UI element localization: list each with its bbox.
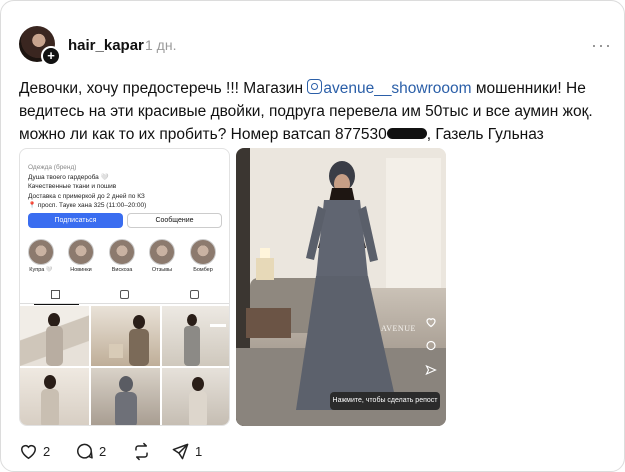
- bio-line: Душа твоего гардероба 🤍: [28, 173, 109, 181]
- bio-line: 📍 просп. Тауке хана 325 (11:00–20:00): [28, 202, 147, 209]
- like-count: 2: [43, 443, 51, 459]
- post-text-part3: , Газель Гульназ: [426, 126, 544, 143]
- repost-tooltip: Нажмите, чтобы сделать репост: [330, 392, 440, 410]
- heart-icon: [21, 444, 36, 459]
- highlight: Бомбер: [190, 239, 216, 273]
- tagged-icon: [190, 290, 199, 299]
- mention-text: avenue__showrooom: [323, 80, 472, 97]
- follow-plus-icon[interactable]: +: [41, 46, 61, 66]
- highlight: Вискоза: [109, 239, 135, 273]
- grid-photo: [91, 306, 160, 366]
- comment-icon: [425, 339, 437, 351]
- post-image-profile-screenshot[interactable]: Одежда (бренд) Душа твоего гардероба 🤍 К…: [19, 148, 230, 426]
- post-text-part1: Девочки, хочу предостеречь !!! Магазин: [19, 80, 308, 97]
- highlight: Новинки: [68, 239, 94, 273]
- grid-photo: [162, 306, 229, 366]
- username[interactable]: hair_kapar: [68, 37, 144, 54]
- profile-tabs: [20, 287, 229, 305]
- grid-photo: [20, 306, 89, 366]
- comment-count: 2: [99, 443, 107, 459]
- grid-photo: [162, 368, 229, 425]
- redaction-mark: [386, 128, 427, 139]
- post-time: 1 дн.: [145, 37, 177, 53]
- highlight: Отзывы: [149, 239, 175, 273]
- repost-button[interactable]: [132, 441, 156, 461]
- grid-photo: [20, 368, 89, 425]
- repost-icon: [135, 442, 148, 460]
- send-icon: [425, 363, 437, 376]
- highlight: Купра 🤍: [28, 239, 54, 273]
- grid-icon: [34, 290, 79, 305]
- heart-icon: [425, 315, 437, 328]
- post-image-video-still[interactable]: AVENUE Нажмите, чтобы сделать репост: [236, 148, 446, 426]
- profile-category: Одежда (бренд): [28, 164, 77, 171]
- video-scene: [236, 148, 446, 426]
- post-card: + hair_kapar 1 дн. ··· Девочки, хочу пре…: [0, 0, 625, 472]
- posts-grid: [20, 306, 229, 425]
- more-horizontal-icon[interactable]: ···: [591, 35, 612, 56]
- comment-icon: [77, 443, 93, 459]
- grid-photo: [91, 368, 160, 425]
- instagram-icon: [307, 79, 323, 94]
- post-text: Девочки, хочу предостеречь !!! Магазин a…: [19, 77, 609, 146]
- like-button[interactable]: 2: [19, 441, 50, 461]
- mention-link[interactable]: avenue__showrooom: [307, 79, 472, 97]
- comment-button[interactable]: 2: [75, 441, 106, 461]
- reels-icon: [120, 290, 129, 299]
- share-button[interactable]: 1: [171, 441, 202, 461]
- video-side-icons: [422, 315, 440, 387]
- profile-bio: Одежда (бренд) Душа твоего гардероба 🤍 К…: [28, 163, 146, 211]
- brand-watermark: AVENUE: [381, 324, 416, 333]
- message-button: Сообщение: [127, 213, 222, 228]
- send-icon: [172, 443, 189, 459]
- share-count: 1: [195, 443, 203, 459]
- subscribe-button: Подписаться: [28, 213, 123, 228]
- bio-line: Доставка с примеркой до 2 дней по КЗ: [28, 192, 145, 200]
- bio-line: Качественные ткани и пошив: [28, 183, 117, 190]
